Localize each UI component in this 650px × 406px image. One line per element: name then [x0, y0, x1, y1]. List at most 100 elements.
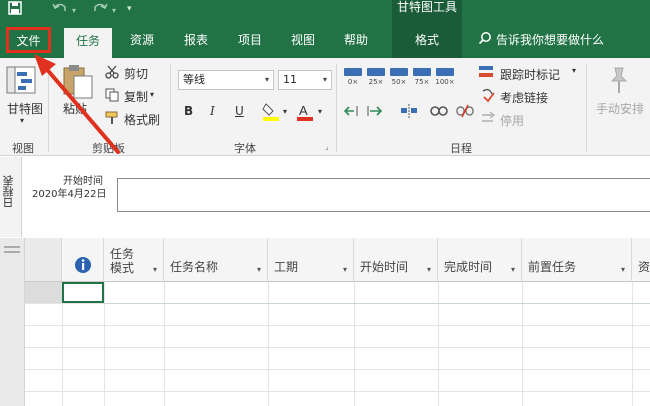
chevron-down-icon[interactable]: ▾ [427, 265, 431, 274]
underline-button[interactable]: U [235, 104, 244, 118]
chevron-down-icon[interactable]: ▾ [343, 265, 347, 274]
percent-100-button[interactable]: 100× [435, 68, 455, 86]
link-tasks-icon[interactable] [430, 104, 448, 121]
column-divider [632, 282, 633, 406]
tab-format[interactable]: 格式 [392, 22, 462, 58]
copy-icon[interactable] [105, 88, 119, 105]
ribbon: 甘特图 ▾ 视图 粘贴 剪切 复制 ▾ 格式刷 剪贴板 等线 ▾ 11 ▾ B … [0, 58, 650, 156]
indent-icon[interactable] [366, 104, 384, 121]
bold-button[interactable]: B [184, 104, 193, 118]
font-group-label: 字体 [234, 142, 256, 155]
dialog-launcher-icon[interactable]: ⌟ [325, 142, 329, 151]
chevron-down-icon[interactable]: ▾ [511, 265, 515, 274]
percent-75-button[interactable]: 75× [412, 68, 432, 86]
respect-links-icon[interactable] [480, 88, 498, 107]
cut-icon[interactable] [105, 65, 119, 82]
gantt-chart-icon[interactable] [6, 66, 36, 99]
column-header-duration[interactable]: 工期 ▾ [268, 238, 354, 282]
font-color-dropdown-icon[interactable]: ▾ [318, 107, 322, 116]
chevron-down-icon[interactable]: ▾ [621, 265, 625, 274]
group-divider [48, 64, 49, 152]
timeline-start-date: 2020年4月22日 [32, 189, 107, 200]
tab-report[interactable]: 报表 [174, 22, 218, 58]
ribbon-tab-bar: 文件 任务 资源 报表 项目 视图 帮助 格式 告诉我你想要做什么 [0, 22, 650, 58]
tab-task[interactable]: 任务 [64, 28, 112, 58]
inactivate-icon [480, 111, 498, 128]
svg-text:A: A [299, 103, 308, 118]
unlink-tasks-icon[interactable] [456, 104, 474, 121]
split-task-icon[interactable] [400, 103, 418, 122]
italic-button[interactable]: I [210, 104, 215, 118]
progress-bar-icon [390, 68, 408, 76]
select-all-corner[interactable] [25, 238, 62, 282]
undo-dropdown-icon[interactable]: ▾ [72, 6, 76, 15]
paste-button[interactable]: 粘贴 [63, 100, 87, 117]
tell-me-search[interactable]: 告诉我你想要做什么 [478, 22, 604, 58]
column-divider [104, 282, 105, 406]
column-header-task-name[interactable]: 任务名称 ▾ [164, 238, 268, 282]
chevron-down-icon[interactable]: ▾ [257, 265, 261, 274]
save-icon[interactable] [8, 1, 22, 19]
progress-bar-icon [367, 68, 385, 76]
highlight-color-icon[interactable] [262, 102, 280, 125]
info-icon [74, 256, 92, 277]
row-divider [25, 369, 650, 370]
column-header-start[interactable]: 开始时间 ▾ [354, 238, 438, 282]
progress-bar-icon [344, 68, 362, 76]
row-divider [25, 347, 650, 348]
font-size-value: 11 [283, 73, 297, 86]
column-header-task-mode[interactable]: 任务模式 ▾ [104, 238, 164, 282]
percent-50-button[interactable]: 50× [389, 68, 409, 86]
tab-view[interactable]: 视图 [281, 22, 325, 58]
font-name-combo[interactable]: 等线 ▾ [178, 70, 274, 90]
format-painter-button[interactable]: 格式刷 [124, 111, 160, 128]
gantt-dropdown-icon[interactable]: ▾ [20, 116, 24, 125]
percent-0-button[interactable]: 0× [343, 68, 363, 86]
row-divider [25, 391, 650, 392]
tab-file[interactable]: 文件 [6, 27, 51, 53]
font-size-combo[interactable]: 11 ▾ [278, 70, 332, 90]
view-group-label: 视图 [12, 142, 34, 155]
selected-cell[interactable] [62, 282, 104, 303]
manual-schedule-button: 手动安排 [596, 102, 645, 116]
mark-on-track-icon[interactable] [478, 64, 496, 83]
column-header-info[interactable] [62, 238, 104, 282]
column-header-finish[interactable]: 完成时间 ▾ [438, 238, 522, 282]
copy-button[interactable]: 复制 [124, 88, 148, 105]
chevron-down-icon: ▾ [322, 75, 327, 84]
row-divider [25, 325, 650, 326]
outdent-icon[interactable] [343, 104, 362, 121]
inactivate-button: 停用 [500, 114, 525, 128]
copy-dropdown-icon[interactable]: ▾ [150, 90, 154, 99]
chevron-down-icon[interactable]: ▾ [153, 265, 157, 274]
tab-help[interactable]: 帮助 [334, 22, 378, 58]
mark-on-track-button[interactable]: 跟踪时标记 [500, 66, 560, 83]
redo-icon[interactable] [92, 1, 108, 19]
highlight-dropdown-icon[interactable]: ▾ [283, 107, 287, 116]
percent-25-button[interactable]: 25× [366, 68, 386, 86]
group-divider [586, 64, 587, 152]
column-divider [354, 282, 355, 406]
tab-project[interactable]: 项目 [228, 22, 272, 58]
tell-me-text: 告诉我你想要做什么 [496, 33, 605, 47]
font-color-icon[interactable]: A [296, 102, 314, 125]
cut-button[interactable]: 剪切 [124, 65, 148, 82]
column-header-predecessors[interactable]: 前置任务 ▾ [522, 238, 632, 282]
respect-links-button[interactable]: 考虑链接 [500, 89, 548, 106]
column-header-resource[interactable]: 资 [632, 238, 650, 282]
customize-quick-access-icon[interactable]: ▾ [127, 4, 132, 14]
title-bar: ▾ ▾ ▾ [0, 0, 650, 22]
format-painter-icon[interactable] [105, 111, 121, 128]
timeline-bar[interactable] [117, 178, 650, 212]
paste-icon[interactable] [60, 64, 94, 103]
mark-on-track-dropdown-icon[interactable]: ▾ [572, 66, 576, 75]
group-divider [336, 64, 337, 152]
row-indicator[interactable] [25, 282, 62, 303]
redo-dropdown-icon[interactable]: ▾ [112, 6, 116, 15]
clipboard-group-label: 剪贴板 [92, 142, 125, 155]
timeline-vertical-label: 日程表 [2, 175, 15, 208]
undo-icon[interactable] [52, 1, 68, 19]
font-name-value: 等线 [183, 73, 205, 86]
gantt-chart-button[interactable]: 甘特图 [7, 100, 43, 117]
tab-resource[interactable]: 资源 [120, 22, 164, 58]
